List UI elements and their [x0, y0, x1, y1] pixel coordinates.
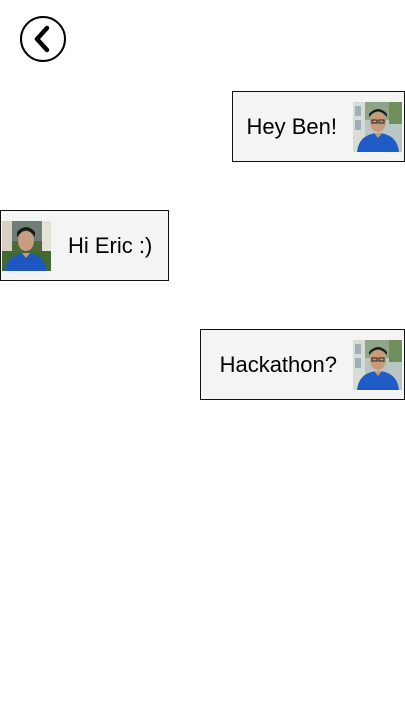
back-button[interactable] [20, 16, 66, 62]
ben-avatar [2, 220, 51, 271]
message-bubble-outgoing: Hey Ben! [232, 91, 405, 162]
message-bubble-incoming: Hi Eric :) [0, 210, 169, 281]
chevron-left-icon [32, 24, 54, 54]
message-text: Hackathon? [219, 351, 337, 377]
message-text: Hey Ben! [246, 113, 338, 139]
message-bubble-outgoing: Hackathon? [200, 329, 405, 400]
message-text: Hi Eric :) [68, 232, 153, 258]
eric-avatar [353, 339, 402, 390]
eric-avatar [353, 101, 402, 152]
